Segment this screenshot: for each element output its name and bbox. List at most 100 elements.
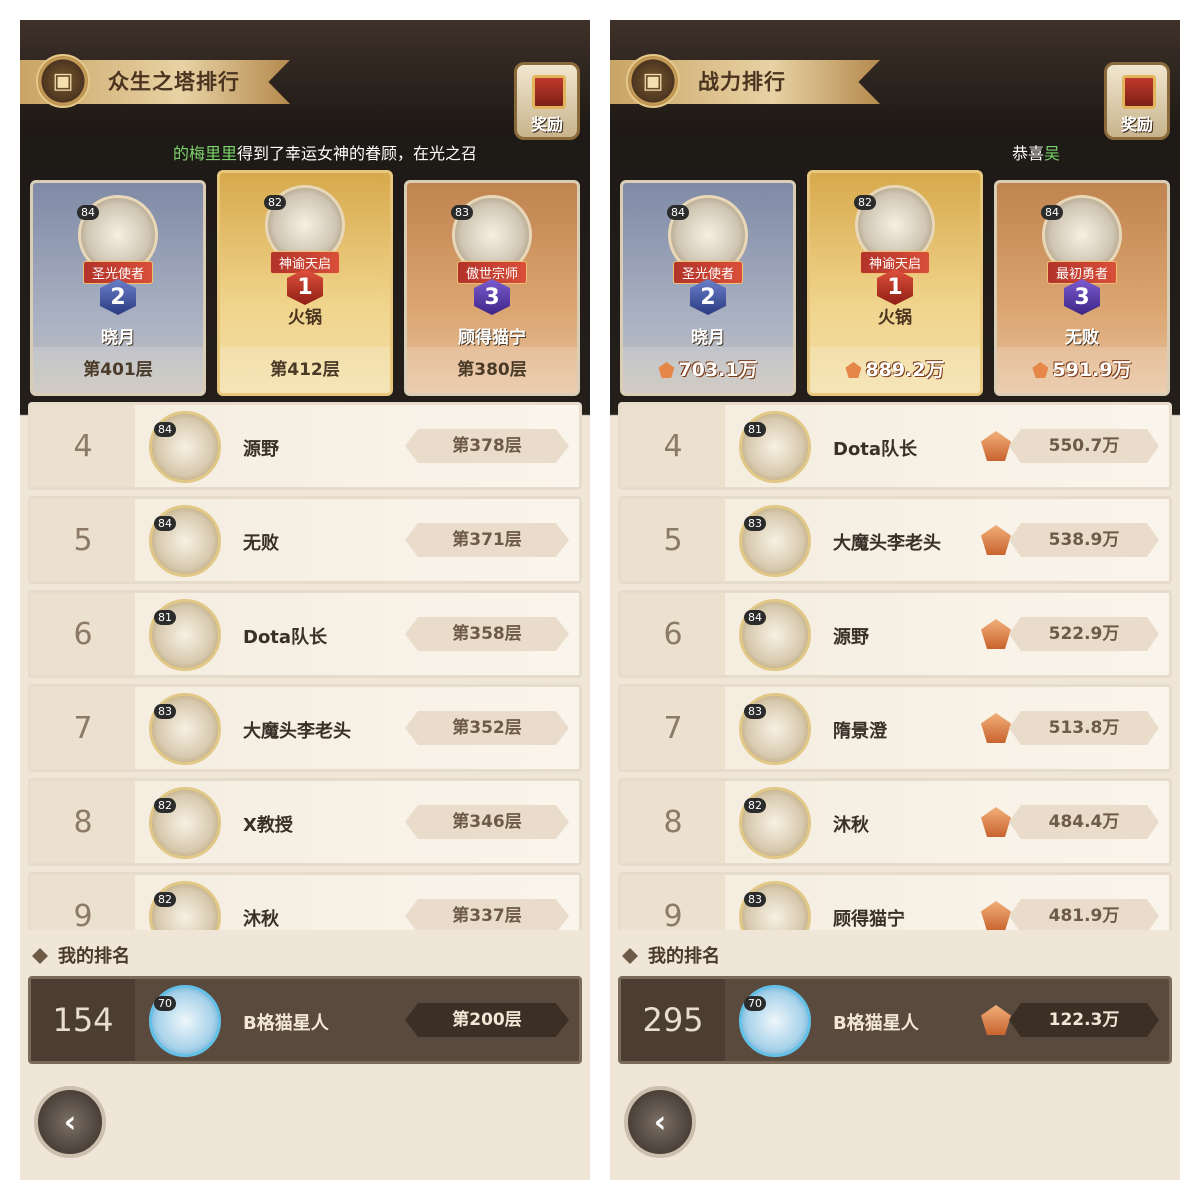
announcement-text: 得到了幸运女神的眷顾，在光之召 — [237, 144, 478, 163]
list-item[interactable]: 8 82 X教授 第346层 — [28, 778, 582, 866]
power-gem-icon — [981, 807, 1011, 837]
power-gem-icon — [658, 362, 675, 378]
list-item[interactable]: 6 84 源野 522.9万 — [618, 590, 1172, 678]
avatar: 84 — [739, 599, 811, 671]
announcement-player: 吴 — [1043, 144, 1060, 163]
avatar: 70 — [149, 985, 221, 1057]
podium-second[interactable]: 84 圣光使者 2 晓月 第401层 — [30, 180, 206, 396]
rank-number: 9 — [621, 875, 725, 930]
level-badge: 81 — [154, 610, 176, 625]
reward-label: 奖励 — [1120, 115, 1153, 134]
player-name: 大魔头李老头 — [243, 721, 351, 742]
page-title: 战力排行 — [698, 70, 786, 94]
avatar: 83 — [739, 505, 811, 577]
power-gem-icon — [845, 362, 862, 378]
player-name: X教授 — [243, 815, 293, 836]
power-value: 481.9万 — [1009, 899, 1159, 930]
player-name: 晓月 — [691, 328, 725, 348]
my-rank-row[interactable]: 154 70 B格猫星人 第200层 — [28, 976, 582, 1064]
player-name: 顾得猫宁 — [458, 328, 526, 348]
rank-medal: 2 — [690, 279, 726, 315]
diamond-arrow-icon — [622, 948, 638, 964]
power-value: 522.9万 — [1009, 617, 1159, 651]
avatar: 82 — [739, 787, 811, 859]
level-badge: 84 — [667, 205, 689, 220]
avatar: 81 — [739, 411, 811, 483]
list-item[interactable]: 4 81 Dota队长 550.7万 — [618, 402, 1172, 490]
rank-number: 7 — [31, 687, 135, 769]
ranking-list[interactable]: 4 84 源野 第378层 5 84 无败 第371层 6 81 Dota队长 … — [28, 402, 582, 930]
rank-number: 5 — [31, 499, 135, 581]
level-badge: 81 — [744, 422, 766, 437]
level-badge: 84 — [744, 610, 766, 625]
rank-number: 4 — [31, 405, 135, 487]
power-gem-icon — [981, 619, 1011, 649]
podium-third[interactable]: 84 最初勇者 3 无败 591.9万 — [994, 180, 1170, 396]
rank-number: 6 — [31, 593, 135, 675]
list-item[interactable]: 7 83 大魔头李老头 第352层 — [28, 684, 582, 772]
level-badge: 82 — [854, 195, 876, 210]
avatar: 82 — [149, 787, 221, 859]
player-name: 源野 — [833, 627, 869, 648]
floor-value: 第401层 — [33, 347, 203, 393]
player-name: Dota队长 — [833, 439, 918, 460]
rank-number: 6 — [621, 593, 725, 675]
treasure-chest-icon — [1122, 75, 1156, 109]
back-arrow-icon: ‹ — [63, 1104, 77, 1140]
back-button[interactable]: ‹ — [34, 1086, 106, 1158]
list-item[interactable]: 6 81 Dota队长 第358层 — [28, 590, 582, 678]
podium-second[interactable]: 84 圣光使者 2 晓月 703.1万 — [620, 180, 796, 396]
level-badge: 82 — [264, 195, 286, 210]
rank-number: 295 — [621, 979, 725, 1061]
ranking-shield-icon: ▣ — [626, 54, 680, 108]
level-badge: 84 — [1041, 205, 1063, 220]
avatar: 83 — [149, 693, 221, 765]
podium-first[interactable]: 82 神谕天启 1 火锅 889.2万 — [807, 170, 983, 396]
list-item[interactable]: 5 84 无败 第371层 — [28, 496, 582, 584]
player-name: 晓月 — [101, 328, 135, 348]
podium-first[interactable]: 82 神谕天启 1 火锅 第412层 — [217, 170, 393, 396]
level-badge: 83 — [154, 704, 176, 719]
rank-number: 8 — [31, 781, 135, 863]
rank-number: 5 — [621, 499, 725, 581]
back-button[interactable]: ‹ — [624, 1086, 696, 1158]
announcement-marquee: 恭喜吴 — [670, 140, 1160, 166]
floor-value: 第337层 — [405, 899, 569, 930]
power-gem-icon — [981, 431, 1011, 461]
announcement-marquee: 的梅里里得到了幸运女神的眷顾，在光之召 — [80, 140, 570, 166]
my-rank-label: 我的排名 — [58, 946, 130, 967]
power-ranking-panel: ▣ 战力排行 奖励 恭喜吴 84 圣光使者 2 晓月 703.1万 82 神谕天… — [610, 20, 1180, 1180]
power-number: 591.9万 — [1052, 359, 1132, 381]
announcement-player: 的梅里里 — [172, 144, 237, 163]
level-badge: 82 — [154, 798, 176, 813]
avatar: 83 — [739, 881, 811, 930]
player-name: 源野 — [243, 439, 279, 460]
rank-number: 4 — [621, 405, 725, 487]
list-item[interactable]: 9 83 顾得猫宁 481.9万 — [618, 872, 1172, 930]
level-badge: 70 — [154, 996, 176, 1011]
level-badge: 83 — [744, 892, 766, 907]
list-item[interactable]: 5 83 大魔头李老头 538.9万 — [618, 496, 1172, 584]
reward-button[interactable]: 奖励 — [1104, 62, 1170, 140]
podium-third[interactable]: 83 傲世宗师 3 顾得猫宁 第380层 — [404, 180, 580, 396]
ranking-list[interactable]: 4 81 Dota队长 550.7万 5 83 大魔头李老头 538.9万 6 … — [618, 402, 1172, 930]
back-arrow-icon: ‹ — [653, 1104, 667, 1140]
my-rank-row[interactable]: 295 70 B格猫星人 122.3万 — [618, 976, 1172, 1064]
level-badge: 84 — [77, 205, 99, 220]
rank-number: 7 — [621, 687, 725, 769]
avatar: 84 — [149, 411, 221, 483]
list-item[interactable]: 9 82 沐秋 第337层 — [28, 872, 582, 930]
reward-button[interactable]: 奖励 — [514, 62, 580, 140]
player-name: 火锅 — [288, 308, 322, 328]
level-badge: 83 — [451, 205, 473, 220]
floor-value: 第380层 — [407, 347, 577, 393]
player-name: 大魔头李老头 — [833, 533, 941, 554]
list-item[interactable]: 4 84 源野 第378层 — [28, 402, 582, 490]
player-name: Dota队长 — [243, 627, 328, 648]
rank-medal: 3 — [474, 279, 510, 315]
my-rank-heading: 我的排名 — [32, 942, 130, 968]
player-name: B格猫星人 — [833, 1013, 919, 1034]
list-item[interactable]: 7 83 隋景澄 513.8万 — [618, 684, 1172, 772]
floor-value: 第371层 — [405, 523, 569, 557]
list-item[interactable]: 8 82 沐秋 484.4万 — [618, 778, 1172, 866]
